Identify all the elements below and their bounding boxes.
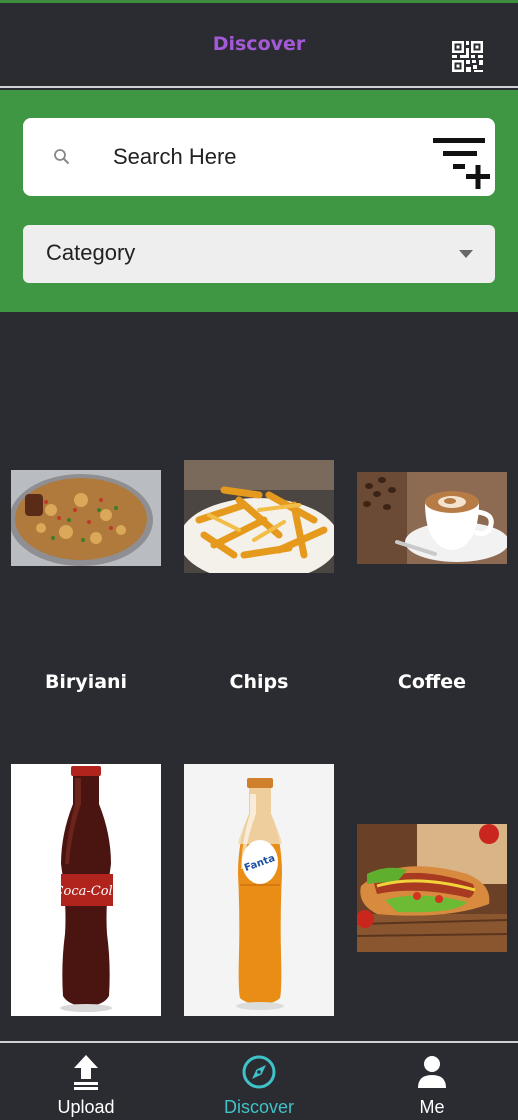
bottle-brand-text: Coca-Cola: [54, 884, 121, 899]
nav-discover[interactable]: Discover: [199, 1043, 319, 1120]
drink-item-fanta[interactable]: Fanta: [184, 764, 334, 1016]
food-item-chips[interactable]: Chips: [184, 460, 334, 710]
item-label: Coffee: [397, 671, 467, 693]
chevron-down-icon: [459, 250, 473, 258]
food-item-coffee[interactable]: Coffee: [357, 472, 507, 710]
biryani-photo: [11, 470, 161, 566]
category-dropdown[interactable]: Category: [23, 225, 495, 283]
nav-label: Upload: [57, 1097, 115, 1117]
compass-icon: [242, 1055, 276, 1089]
search-icon: [54, 149, 70, 165]
upload-icon: [74, 1055, 98, 1090]
nav-me[interactable]: Me: [372, 1043, 492, 1120]
fries-photo: [184, 460, 334, 573]
item-label: Biryiani: [44, 671, 128, 693]
search-box: [23, 118, 495, 196]
person-icon: [418, 1056, 446, 1088]
item-label: Chips: [229, 671, 289, 693]
hotdog-photo: [357, 824, 507, 952]
coffee-photo: [357, 472, 507, 564]
nav-label: Discover: [223, 1097, 294, 1117]
page-title: Discover: [212, 33, 306, 55]
nav-label: Me: [419, 1097, 445, 1117]
category-label: Category: [46, 240, 136, 265]
food-item-biryani[interactable]: Biryiani: [11, 470, 161, 710]
search-input[interactable]: [113, 136, 413, 178]
nav-upload[interactable]: Upload: [26, 1043, 146, 1120]
coca-cola-bottle-photo: Coca-Cola: [11, 764, 161, 1016]
food-item-hotdog[interactable]: [357, 824, 507, 954]
bottom-nav: Upload Discover Me: [0, 1041, 518, 1120]
app-header: Discover: [0, 3, 518, 88]
search-panel: Category: [0, 90, 518, 312]
qr-code-icon[interactable]: [450, 39, 485, 74]
fanta-bottle-photo: Fanta: [184, 764, 334, 1016]
filter-add-icon[interactable]: [431, 136, 493, 196]
drink-item-coca-cola[interactable]: Coca-Cola: [11, 764, 161, 1016]
